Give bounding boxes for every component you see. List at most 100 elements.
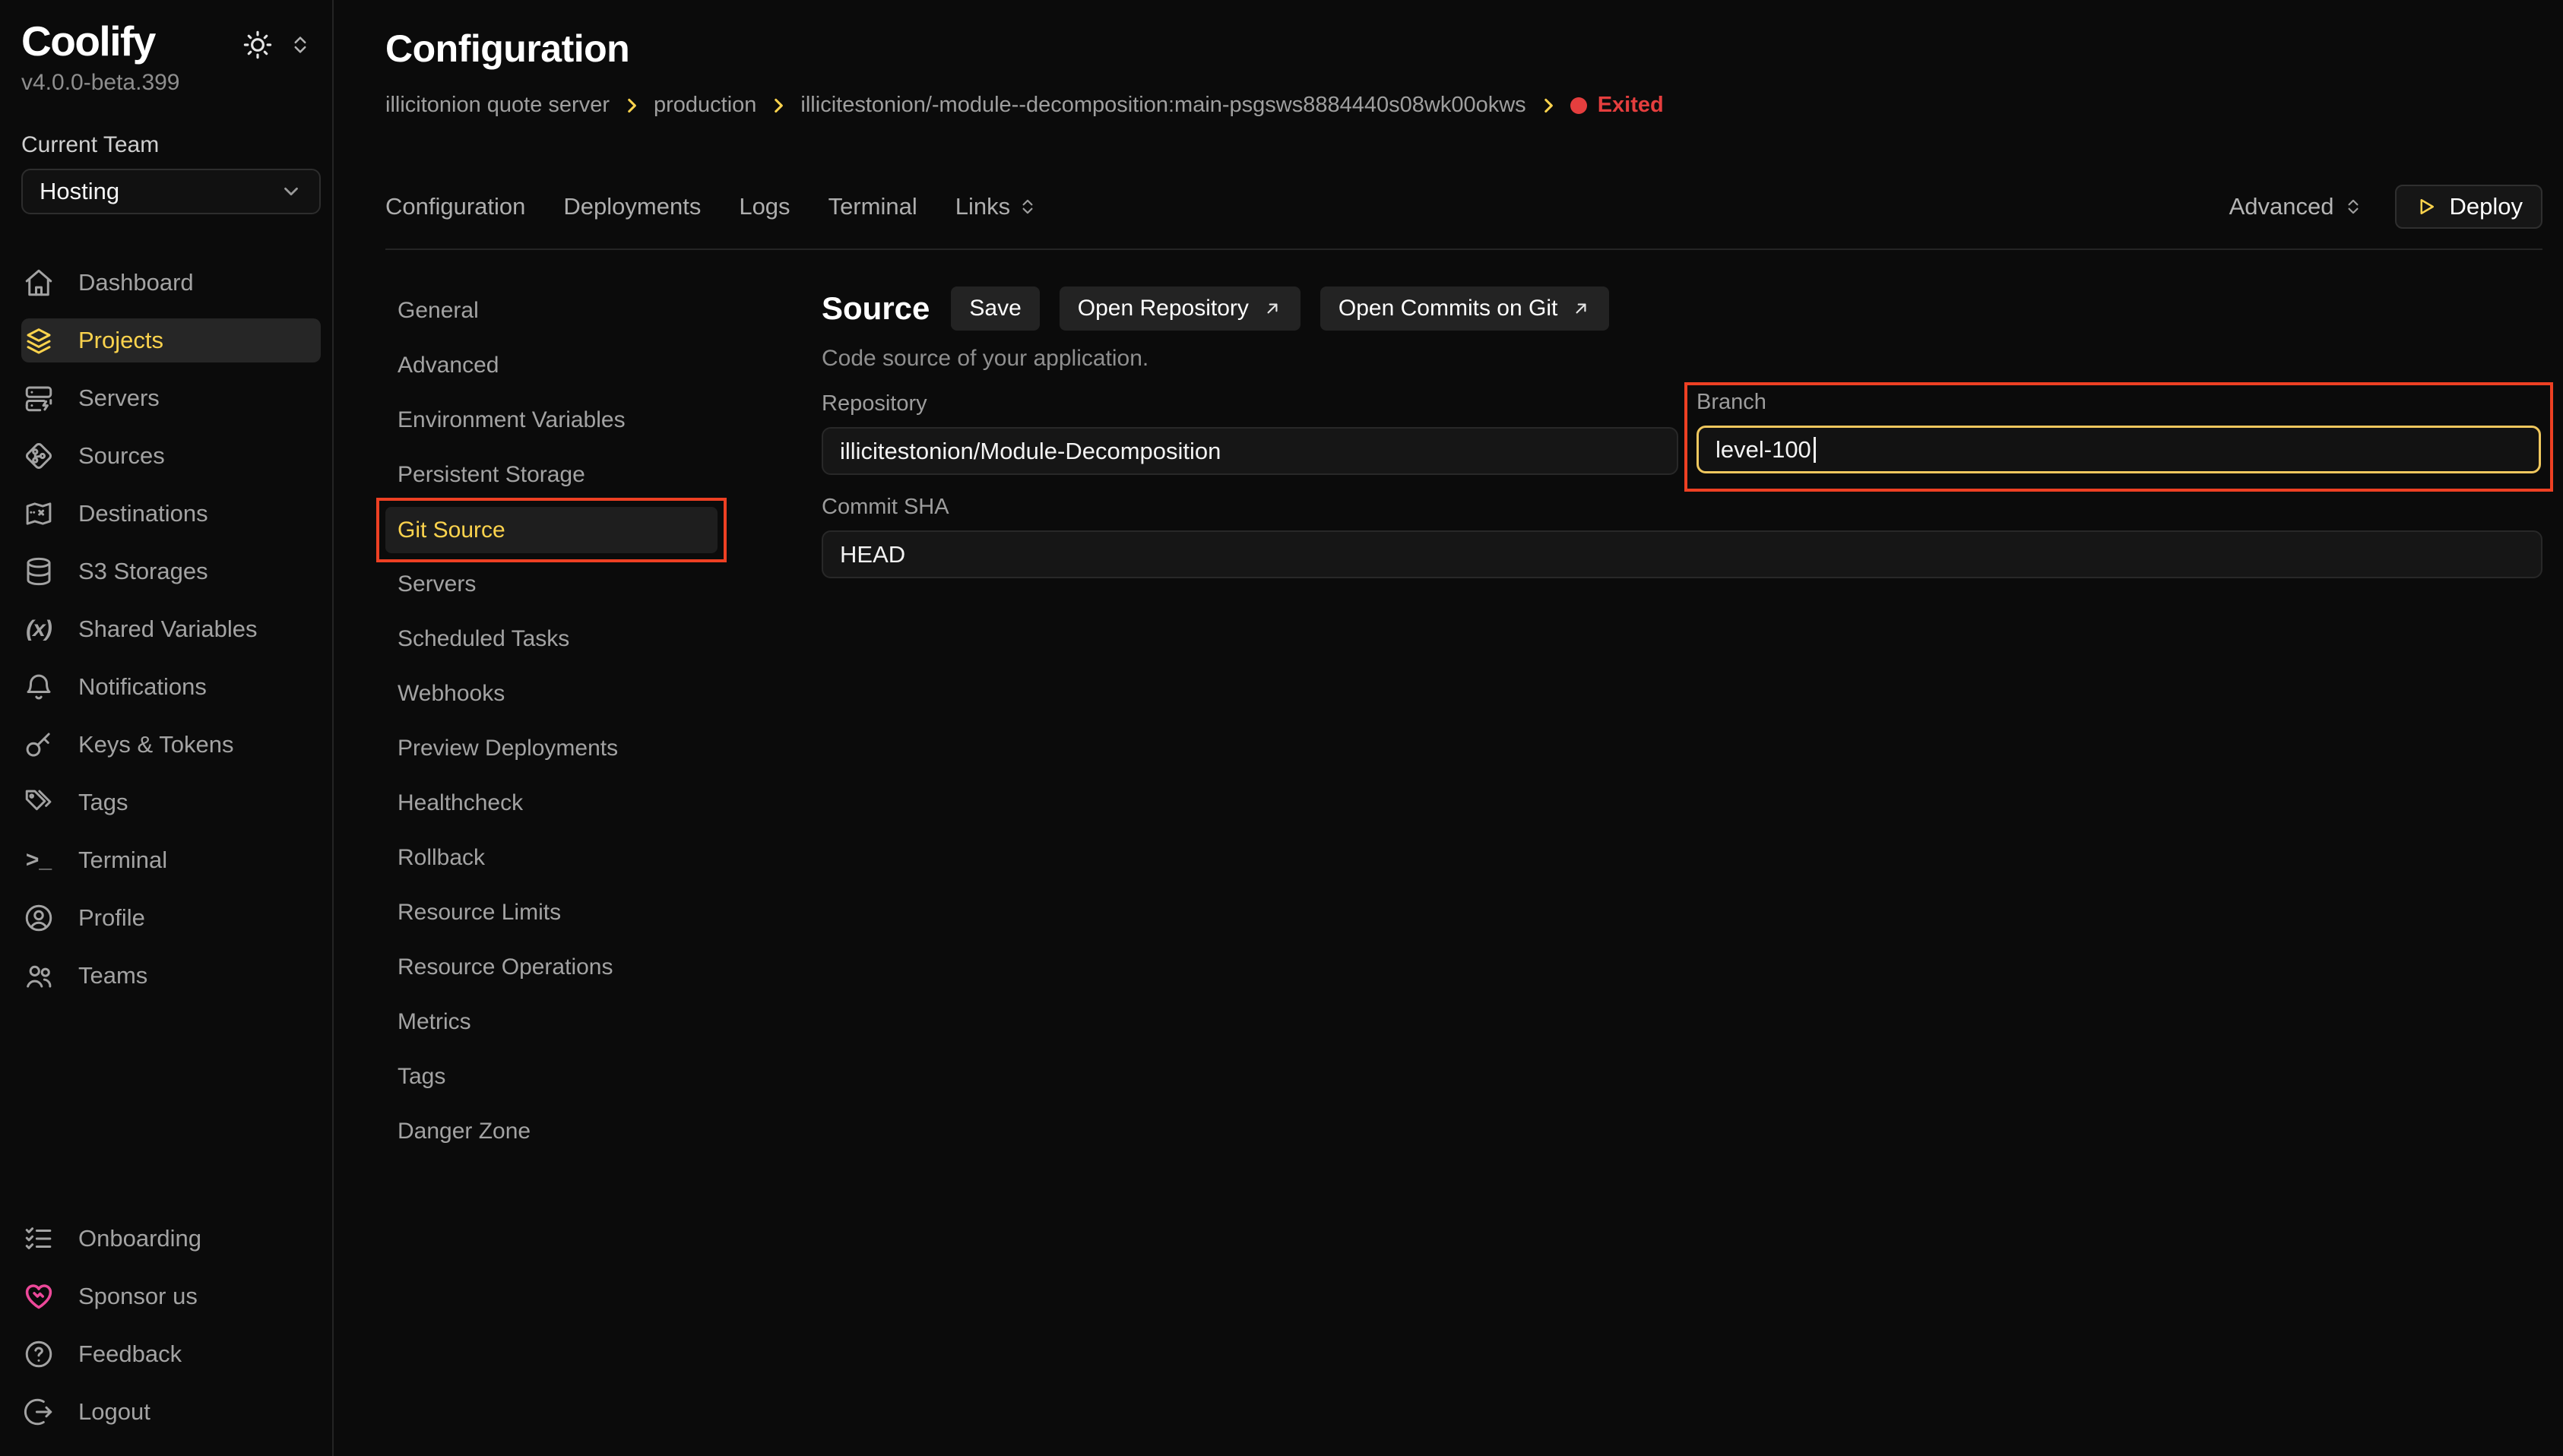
- chevron-right-icon: [768, 96, 788, 116]
- subnav-item-rollback[interactable]: Rollback: [385, 831, 718, 885]
- sidebar-item-teams[interactable]: Teams: [21, 947, 321, 1005]
- sidebar-footer: Onboarding Sponsor us Feedback Logout: [21, 1210, 321, 1444]
- subnav-item-persistent-storage[interactable]: Persistent Storage: [385, 448, 718, 502]
- source-heading: Source: [822, 290, 930, 327]
- sidebar-item-projects[interactable]: Projects: [21, 318, 321, 362]
- sidebar: Coolify v4.0.0-beta.399 Current Team Hos…: [0, 0, 334, 1456]
- sidebar-item-label: Projects: [78, 327, 163, 354]
- database-icon: [23, 555, 55, 587]
- subnav-item-webhooks[interactable]: Webhooks: [385, 666, 718, 721]
- sidebar-item-sources[interactable]: Sources: [21, 427, 321, 485]
- chevrons-up-down-icon: [2343, 197, 2363, 217]
- advanced-dropdown[interactable]: Advanced: [2229, 193, 2363, 220]
- tab-logs[interactable]: Logs: [739, 193, 790, 220]
- external-link-icon: [1262, 299, 1282, 318]
- sidebar-item-label: Notifications: [78, 673, 207, 701]
- branch-field: Branch level-100: [1697, 390, 2541, 473]
- chevron-right-icon: [622, 96, 642, 116]
- terminal-icon: >_: [23, 844, 55, 876]
- sidebar-item-s3-storages[interactable]: S3 Storages: [21, 543, 321, 600]
- map-icon: [23, 498, 55, 530]
- sidebar-item-label: Sources: [78, 442, 165, 470]
- subnav-item-environment-variables[interactable]: Environment Variables: [385, 393, 718, 448]
- save-button[interactable]: Save: [951, 286, 1039, 331]
- git-source-annotation-box: Git Source: [376, 498, 727, 562]
- sidebar-item-label: Dashboard: [78, 269, 194, 296]
- tabs-row: Configuration Deployments Logs Terminal …: [385, 185, 2542, 229]
- tab-deployments[interactable]: Deployments: [563, 193, 701, 220]
- subnav-item-resource-limits[interactable]: Resource Limits: [385, 885, 718, 940]
- branch-annotation-box: Branch level-100: [1684, 382, 2553, 492]
- sidebar-item-label: Logout: [78, 1398, 150, 1426]
- subnav-item-scheduled-tasks[interactable]: Scheduled Tasks: [385, 612, 718, 666]
- branch-label: Branch: [1697, 390, 2541, 415]
- app-root: Coolify v4.0.0-beta.399 Current Team Hos…: [0, 0, 2563, 1456]
- sidebar-header: Coolify v4.0.0-beta.399: [21, 18, 321, 96]
- commit-sha-input[interactable]: HEAD: [822, 530, 2542, 578]
- subnav-item-healthcheck[interactable]: Healthcheck: [385, 776, 718, 831]
- source-form: Source Save Open Repository Open Commits…: [822, 250, 2542, 1159]
- breadcrumb: illicitonion quote server production ill…: [385, 93, 2542, 118]
- status-label: Exited: [1598, 93, 1664, 118]
- open-repository-button[interactable]: Open Repository: [1060, 286, 1301, 331]
- external-link-icon: [1571, 299, 1591, 318]
- subnav-item-servers[interactable]: Servers: [385, 557, 718, 612]
- sidebar-item-servers[interactable]: Servers: [21, 369, 321, 427]
- sidebar-item-label: Profile: [78, 904, 145, 932]
- subnav-item-advanced[interactable]: Advanced: [385, 338, 718, 393]
- bell-icon: [23, 671, 55, 703]
- sidebar-item-label: Shared Variables: [78, 616, 258, 643]
- open-commits-button[interactable]: Open Commits on Git: [1320, 286, 1609, 331]
- sidebar-item-label: Feedback: [78, 1340, 182, 1368]
- subnav-item-git-source[interactable]: Git Source: [385, 507, 718, 553]
- subnav-item-metrics[interactable]: Metrics: [385, 995, 718, 1049]
- server-icon: [23, 382, 55, 414]
- source-description: Code source of your application.: [822, 346, 2542, 372]
- commit-sha-label: Commit SHA: [822, 495, 2542, 520]
- team-select[interactable]: Hosting: [21, 169, 321, 214]
- tab-terminal[interactable]: Terminal: [828, 193, 917, 220]
- breadcrumb-environment[interactable]: production: [654, 93, 756, 118]
- breadcrumb-application[interactable]: illicitestonion/-module--decomposition:m…: [800, 93, 1525, 118]
- sidebar-item-sponsor-us[interactable]: Sponsor us: [21, 1268, 321, 1325]
- sidebar-item-logout[interactable]: Logout: [21, 1383, 321, 1441]
- sidebar-item-onboarding[interactable]: Onboarding: [21, 1210, 321, 1268]
- sidebar-item-dashboard[interactable]: Dashboard: [21, 254, 321, 312]
- branch-input[interactable]: level-100: [1697, 426, 2541, 473]
- sidebar-item-notifications[interactable]: Notifications: [21, 658, 321, 716]
- tab-links[interactable]: Links: [955, 193, 1038, 220]
- tab-configuration[interactable]: Configuration: [385, 193, 525, 220]
- subnav-item-resource-operations[interactable]: Resource Operations: [385, 940, 718, 995]
- sidebar-item-terminal[interactable]: >_ Terminal: [21, 831, 321, 889]
- play-icon: [2415, 195, 2438, 218]
- git-source-icon: [23, 440, 55, 472]
- sun-icon[interactable]: [242, 29, 274, 61]
- help-circle-icon: [23, 1338, 55, 1370]
- breadcrumb-project[interactable]: illicitonion quote server: [385, 93, 610, 118]
- subnav-item-preview-deployments[interactable]: Preview Deployments: [385, 721, 718, 776]
- sidebar-item-feedback[interactable]: Feedback: [21, 1325, 321, 1383]
- subnav-item-tags[interactable]: Tags: [385, 1049, 718, 1104]
- sidebar-nav: Dashboard Projects Servers Sources Desti…: [21, 254, 321, 1005]
- sidebar-item-keys-tokens[interactable]: Keys & Tokens: [21, 716, 321, 774]
- user-circle-icon: [23, 902, 55, 934]
- main-content: Configuration illicitonion quote server …: [334, 0, 2563, 1456]
- sidebar-item-tags[interactable]: Tags: [21, 774, 321, 831]
- sidebar-item-label: Onboarding: [78, 1225, 201, 1252]
- current-team-label: Current Team: [21, 132, 321, 158]
- layers-icon: [23, 324, 55, 356]
- app-version: v4.0.0-beta.399: [21, 70, 180, 96]
- sidebar-item-label: Teams: [78, 962, 147, 989]
- repository-label: Repository: [822, 391, 1678, 416]
- chevrons-up-down-icon[interactable]: [289, 33, 312, 56]
- sidebar-item-label: Sponsor us: [78, 1283, 198, 1310]
- deploy-button[interactable]: Deploy: [2395, 185, 2543, 229]
- status-dot-icon: [1570, 97, 1587, 114]
- subnav-item-general[interactable]: General: [385, 283, 718, 338]
- subnav-item-danger-zone[interactable]: Danger Zone: [385, 1104, 718, 1159]
- repository-input[interactable]: illicitestonion/Module-Decomposition: [822, 427, 1678, 475]
- sidebar-item-profile[interactable]: Profile: [21, 889, 321, 947]
- sidebar-item-destinations[interactable]: Destinations: [21, 485, 321, 543]
- key-icon: [23, 729, 55, 761]
- sidebar-item-shared-variables[interactable]: (x) Shared Variables: [21, 600, 321, 658]
